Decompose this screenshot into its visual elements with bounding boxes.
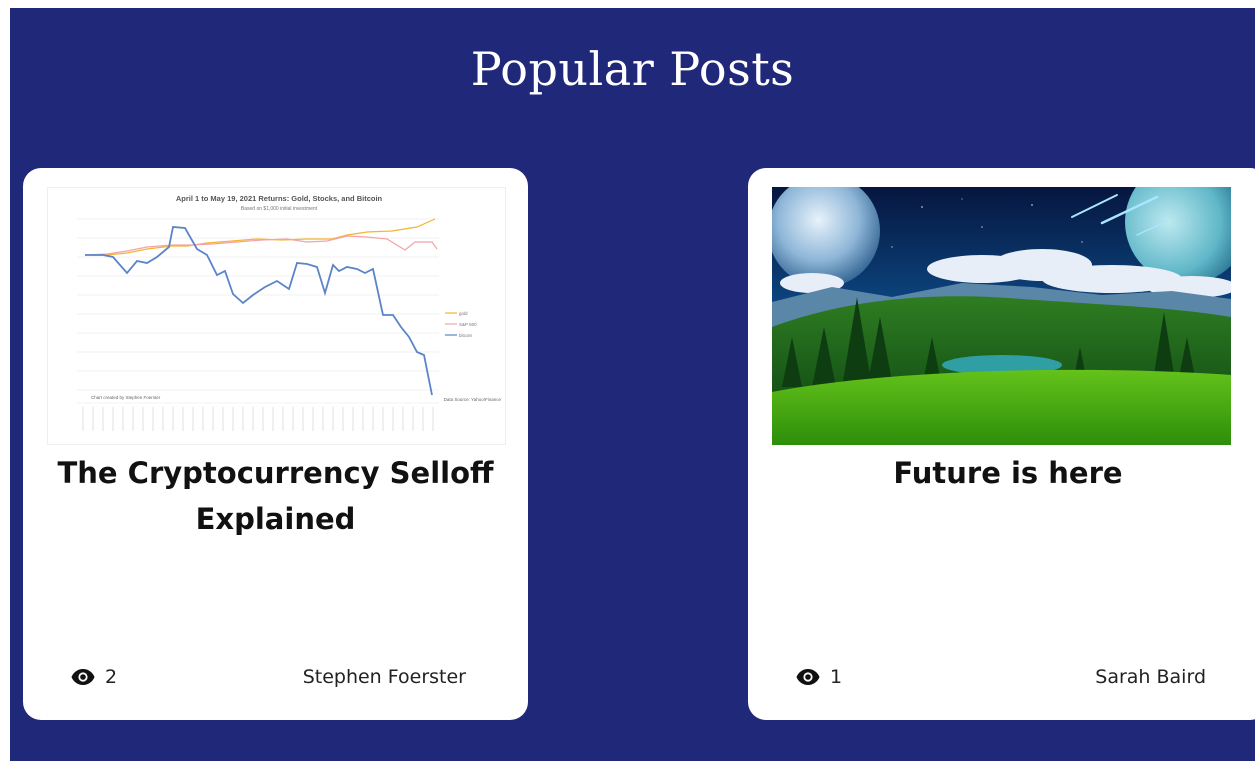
section-title: Popular Posts	[470, 42, 795, 96]
post-footer: 1 Sarah Baird	[796, 666, 1206, 692]
post-thumbnail[interactable]	[772, 187, 1231, 445]
eye-icon	[71, 669, 95, 685]
chart-subtitle: Based on $1,000 initial investment	[241, 206, 318, 212]
eye-icon	[796, 669, 820, 685]
post-card[interactable]: Future is here 1 Sarah Baird	[748, 168, 1255, 720]
landscape-image	[772, 187, 1231, 445]
chart-credit: Chart created by Stephen Foerster	[91, 395, 161, 400]
view-count-value: 1	[830, 666, 843, 688]
legend-gold: gold	[459, 311, 468, 316]
post-title[interactable]: Future is here	[772, 450, 1244, 496]
post-footer: 2 Stephen Foerster	[71, 666, 466, 692]
popular-posts-section: Popular Posts April 1 to May 19, 2021 Re…	[10, 8, 1255, 761]
view-count-value: 2	[105, 666, 118, 688]
post-author: Stephen Foerster	[302, 666, 466, 688]
legend-sp500: S&P 500	[459, 322, 477, 327]
chart-title: April 1 to May 19, 2021 Returns: Gold, S…	[176, 194, 383, 203]
legend-bitcoin: bitcoin	[459, 333, 473, 338]
post-thumbnail[interactable]: April 1 to May 19, 2021 Returns: Gold, S…	[47, 187, 506, 445]
post-card[interactable]: April 1 to May 19, 2021 Returns: Gold, S…	[23, 168, 528, 720]
returns-chart-image: April 1 to May 19, 2021 Returns: Gold, S…	[47, 187, 506, 445]
view-count: 1	[796, 666, 842, 688]
chart-data-source: Data Source: Yahoo!Finance	[444, 397, 502, 402]
post-author: Sarah Baird	[1095, 666, 1206, 688]
view-count: 2	[71, 666, 117, 688]
post-title[interactable]: The Cryptocurrency Selloff Explained	[47, 450, 504, 542]
